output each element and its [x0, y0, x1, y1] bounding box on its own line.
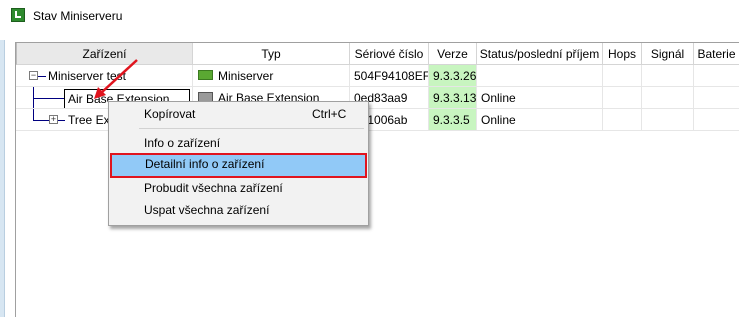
table-row[interactable]: − Miniserver test: [16, 65, 193, 87]
column-header-version[interactable]: Verze: [429, 43, 477, 65]
title-bar: Stav Miniserveru: [0, 0, 739, 32]
menu-item-device-detail[interactable]: Detailní info o zařízení: [110, 153, 367, 178]
expand-icon[interactable]: +: [49, 115, 58, 124]
window-title: Stav Miniserveru: [33, 9, 123, 23]
collapse-icon[interactable]: −: [29, 71, 38, 80]
column-header-status[interactable]: Status/poslední příjem: [477, 43, 603, 65]
miniserver-icon: [198, 70, 213, 80]
menu-item-sleep-all[interactable]: Uspat všechna zařízení: [109, 199, 368, 221]
column-header-serial[interactable]: Sériové číslo: [350, 43, 429, 65]
column-header-hops[interactable]: Hops: [603, 43, 642, 65]
app-icon: [11, 8, 25, 22]
column-header-device[interactable]: Zařízení: [16, 43, 193, 65]
menu-item-copy[interactable]: Kopírovat Ctrl+C: [109, 103, 368, 125]
column-header-type[interactable]: Typ: [193, 43, 350, 65]
column-header-signal[interactable]: Signál: [642, 43, 694, 65]
menu-separator: [139, 128, 364, 129]
column-header-battery[interactable]: Baterie: [694, 43, 739, 65]
menu-item-wake-all[interactable]: Probudit všechna zařízení: [109, 177, 368, 199]
device-name: Miniserver test: [48, 69, 127, 83]
context-menu: Kopírovat Ctrl+C Info o zařízení Detailn…: [108, 101, 369, 226]
copy-shortcut: Ctrl+C: [312, 107, 347, 121]
menu-item-device-info[interactable]: Info o zařízení: [109, 132, 368, 154]
